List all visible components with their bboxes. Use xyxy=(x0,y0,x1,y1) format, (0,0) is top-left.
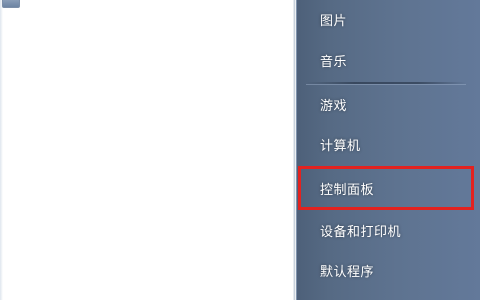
menu-item-label: 默认程序 xyxy=(320,264,375,280)
menu-item-games[interactable]: 游戏 xyxy=(296,86,480,122)
menu-item-label: 计算机 xyxy=(320,138,361,154)
menu-item-label: 游戏 xyxy=(320,98,348,114)
pane-edge xyxy=(0,0,3,300)
menu-separator xyxy=(306,82,466,84)
menu-item-label: 控制面板 xyxy=(320,182,375,198)
program-icon[interactable] xyxy=(2,0,20,8)
menu-item-computer[interactable]: 计算机 xyxy=(296,126,480,162)
places-pane: 图片 音乐 游戏 计算机 控制面板 设备和打印机 默认程序 xyxy=(296,0,480,300)
program-list-pane xyxy=(0,0,295,300)
menu-item-label: 图片 xyxy=(320,13,348,29)
menu-item-default-programs[interactable]: 默认程序 xyxy=(296,252,480,288)
menu-item-pictures[interactable]: 图片 xyxy=(296,1,480,37)
menu-item-control-panel[interactable]: 控制面板 xyxy=(298,166,474,210)
start-menu: 图片 音乐 游戏 计算机 控制面板 设备和打印机 默认程序 xyxy=(0,0,480,300)
menu-item-label: 音乐 xyxy=(320,54,348,70)
menu-item-devices-printers[interactable]: 设备和打印机 xyxy=(296,212,480,248)
menu-item-label: 设备和打印机 xyxy=(320,224,402,240)
menu-item-music[interactable]: 音乐 xyxy=(296,42,480,78)
